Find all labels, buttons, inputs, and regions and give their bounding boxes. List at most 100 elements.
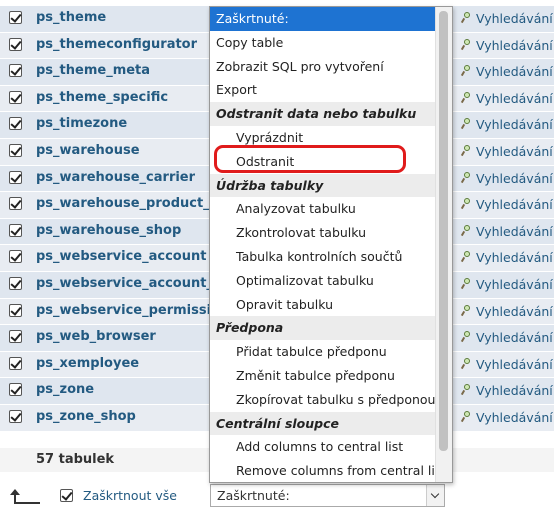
table-name-link[interactable]: ps_warehouse [36, 143, 140, 158]
search-link[interactable]: Vyhledávání [462, 410, 553, 425]
dropdown-group-label: Předpona [210, 316, 437, 341]
dropdown-option[interactable]: Remove columns from central list [210, 459, 446, 482]
search-link[interactable]: Vyhledávání [462, 277, 553, 292]
row-checkbox[interactable] [9, 37, 22, 51]
table-name-link[interactable]: ps_web_browser [36, 329, 156, 344]
dropdown-option[interactable]: Add columns to central list [210, 435, 437, 459]
dropdown-option[interactable]: Zkontrolovat tabulku [210, 221, 437, 245]
table-name-link[interactable]: ps_theme_meta [36, 63, 150, 78]
dropdown-option[interactable]: Opravit tabulku [210, 293, 437, 317]
search-icon [462, 198, 472, 210]
search-label: Vyhledávání [476, 250, 553, 266]
table-name-link[interactable]: ps_xemployee [36, 356, 139, 371]
search-link[interactable]: Vyhledávání [462, 197, 553, 212]
row-checkbox[interactable] [9, 117, 22, 131]
search-label: Vyhledávání [476, 197, 553, 213]
dropdown-option[interactable]: Analyzovat tabulku [210, 197, 437, 221]
row-checkbox[interactable] [9, 330, 22, 344]
table-name-link[interactable]: ps_zone [36, 382, 94, 397]
search-link[interactable]: Vyhledávání [462, 11, 553, 26]
dropdown-group-label: Centrální sloupce [210, 411, 437, 436]
search-link[interactable]: Vyhledávání [462, 224, 553, 239]
search-icon [462, 357, 472, 370]
search-link[interactable]: Vyhledávání [462, 250, 553, 265]
row-checkbox[interactable] [9, 143, 22, 157]
row-checkbox[interactable] [9, 64, 22, 78]
search-icon [462, 410, 472, 423]
search-icon [462, 144, 472, 157]
row-checkbox[interactable] [9, 197, 22, 211]
row-checkbox[interactable] [9, 276, 22, 290]
search-link[interactable]: Vyhledávání [462, 64, 553, 79]
search-label: Vyhledávání [476, 64, 553, 80]
search-icon [462, 384, 472, 396]
dropdown-group-label: Odstranit data nebo tabulku [210, 102, 437, 126]
check-all-checkbox[interactable] [60, 489, 73, 502]
search-link[interactable]: Vyhledávání [462, 171, 553, 186]
search-label: Vyhledávání [476, 117, 553, 133]
search-label: Vyhledávání [476, 223, 553, 239]
dropdown-option[interactable]: Zkopírovat tabulku s předponou [210, 388, 437, 412]
search-link[interactable]: Vyhledávání [462, 117, 553, 132]
chevron-down-icon [426, 485, 444, 506]
search-label: Vyhledávání [476, 303, 553, 319]
dropdown-group-label: Údržba tabulky [210, 173, 437, 198]
table-count: 57 tabulek [36, 452, 115, 467]
search-icon [462, 251, 472, 263]
search-label: Vyhledávání [476, 356, 553, 372]
dropdown-option[interactable]: Copy table [210, 31, 437, 55]
table-name-link[interactable]: ps_zone_shop [36, 409, 136, 424]
search-link[interactable]: Vyhledávání [462, 330, 553, 345]
dropdown-scrollbar[interactable] [435, 7, 452, 482]
dropdown-option[interactable]: Změnit tabulce předponu [210, 364, 437, 388]
select-value: Zaškrtnuté: [217, 488, 290, 503]
row-checkbox[interactable] [9, 11, 22, 24]
search-label: Vyhledávání [476, 90, 553, 106]
bottom-toolbar: Zaškrtnout vše Zaškrtnuté: [0, 476, 554, 527]
dropdown-option[interactable]: Zobrazit SQL pro vytvoření [210, 55, 437, 79]
table-name-link[interactable]: ps_timezone [36, 116, 127, 131]
highlight-annotation [214, 145, 406, 173]
search-icon [462, 118, 472, 130]
search-icon [462, 65, 472, 77]
dropdown-option[interactable]: Optimalizovat tabulku [210, 269, 437, 293]
row-checkbox[interactable] [9, 170, 22, 184]
row-checkbox[interactable] [9, 383, 22, 397]
dropdown-options: Zaškrtnuté: Copy table Zobrazit SQL pro vy… [210, 7, 446, 482]
search-link[interactable]: Vyhledávání [462, 91, 553, 106]
search-link[interactable]: Vyhledávání [462, 144, 553, 159]
with-selected-select[interactable]: Zaškrtnuté: [210, 484, 445, 507]
search-icon [462, 304, 472, 317]
row-checkbox[interactable] [9, 303, 22, 317]
search-link[interactable]: Vyhledávání [462, 304, 553, 319]
table-name-link[interactable]: ps_theme_specific [36, 90, 168, 105]
dropdown-option[interactable]: Zaškrtnuté: [210, 7, 437, 31]
row-checkbox[interactable] [9, 250, 22, 264]
table-name-link[interactable]: ps_warehouse_carrier [36, 170, 195, 185]
search-link[interactable]: Vyhledávání [462, 383, 553, 398]
search-icon [462, 277, 472, 290]
row-checkbox[interactable] [9, 409, 22, 423]
search-label: Vyhledávání [476, 143, 553, 159]
dropdown-option[interactable]: Tabulka kontrolních součtů [210, 245, 437, 269]
scrollbar-thumb[interactable] [439, 11, 448, 451]
search-label: Vyhledávání [476, 276, 553, 292]
search-icon [462, 331, 472, 343]
search-label: Vyhledávání [476, 37, 553, 53]
row-checkbox[interactable] [9, 223, 22, 237]
table-name-link[interactable]: ps_webservice_permission [36, 303, 229, 318]
search-link[interactable]: Vyhledávání [462, 38, 553, 53]
check-all-link[interactable]: Zaškrtnout vše [83, 488, 177, 503]
with-selected-dropdown: Zaškrtnuté: Copy table Zobrazit SQL pro vy… [209, 6, 453, 483]
search-icon [462, 12, 472, 24]
row-checkbox[interactable] [9, 356, 22, 370]
table-name-link[interactable]: ps_warehouse_shop [36, 223, 181, 238]
dropdown-option[interactable]: Export [210, 78, 437, 102]
arrow-up-icon [10, 489, 40, 504]
search-link[interactable]: Vyhledávání [462, 357, 553, 372]
row-checkbox[interactable] [9, 90, 22, 104]
table-name-link[interactable]: ps_webservice_account [36, 249, 206, 264]
dropdown-option[interactable]: Přidat tabulce předponu [210, 340, 437, 364]
table-name-link[interactable]: ps_themeconfigurator [36, 37, 197, 52]
table-name-link[interactable]: ps_theme [36, 10, 106, 25]
